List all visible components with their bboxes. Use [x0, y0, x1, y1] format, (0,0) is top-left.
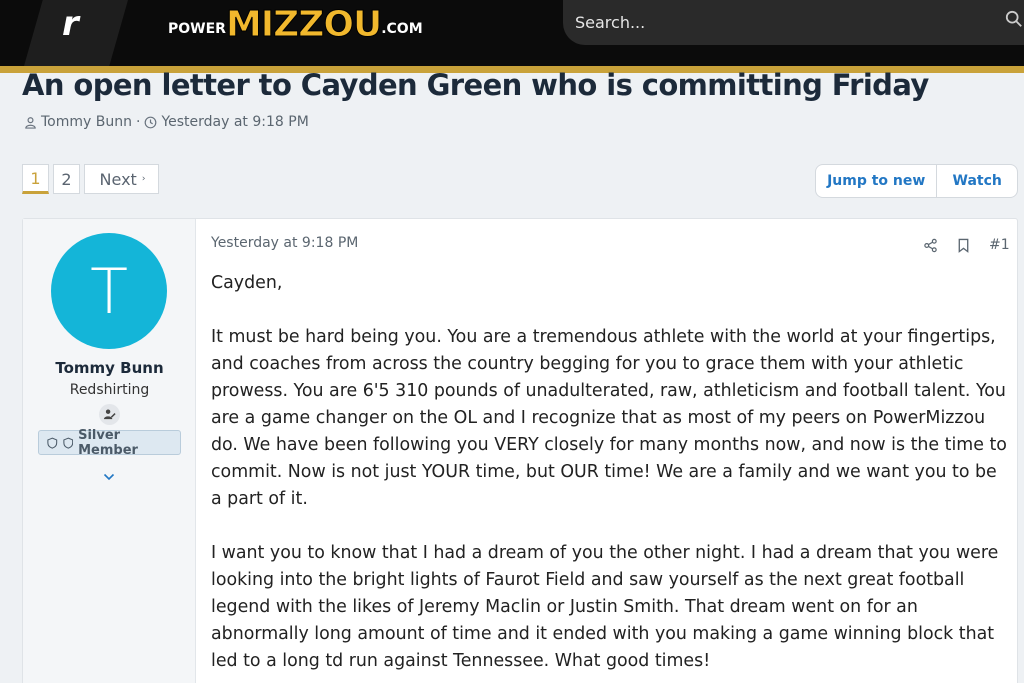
shield-icon: [47, 437, 58, 449]
brand-suffix: .COM: [381, 21, 423, 37]
site-header: r POWER MIZZOU .COM: [0, 0, 1024, 68]
search-icon[interactable]: [1005, 10, 1023, 28]
rivals-logo[interactable]: r: [24, 0, 128, 66]
post-number[interactable]: #1: [989, 237, 1010, 253]
user-edit-icon: [103, 409, 116, 420]
clock-icon: [145, 116, 157, 128]
avatar[interactable]: T: [51, 233, 167, 349]
user-badge[interactable]: [99, 404, 120, 425]
thread-date[interactable]: Yesterday at 9:18 PM: [161, 114, 308, 130]
post-paragraph: It must be hard being you. You are a tre…: [211, 327, 1007, 509]
shield-icon: [62, 437, 73, 449]
post-content: Cayden, It must be hard being you. You a…: [211, 270, 1011, 683]
thread-author[interactable]: Tommy Bunn: [41, 114, 132, 130]
user-banner: Silver Member: [38, 427, 181, 458]
watch-button[interactable]: Watch: [937, 165, 1017, 197]
post-paragraph: I want you to know that I had a dream of…: [211, 543, 999, 671]
page-1-link[interactable]: 1: [22, 164, 49, 194]
next-page-button[interactable]: Next ›: [84, 164, 159, 194]
jump-to-new-button[interactable]: Jump to new: [816, 165, 938, 197]
post-tools: #1: [923, 237, 1010, 253]
post-paragraph: Cayden,: [211, 273, 283, 293]
powermizzou-logo[interactable]: POWER MIZZOU .COM: [168, 3, 423, 43]
next-label: Next: [99, 169, 137, 189]
pagination: 1 2 Next ›: [22, 164, 159, 194]
thread-meta: Tommy Bunn · Yesterday at 9:18 PM: [24, 114, 309, 130]
search-box: [563, 0, 1024, 45]
post-user-cell: T Tommy Bunn Redshirting Silver Member: [23, 219, 196, 683]
post-user-name[interactable]: Tommy Bunn: [23, 359, 196, 377]
meta-separator: ·: [135, 114, 141, 130]
page-2-link[interactable]: 2: [53, 164, 80, 194]
share-icon[interactable]: [923, 238, 938, 253]
brand-prefix: POWER: [168, 21, 226, 37]
user-banner-label: Silver Member: [78, 427, 138, 458]
post-date[interactable]: Yesterday at 9:18 PM: [211, 235, 358, 251]
bookmark-icon[interactable]: [956, 238, 971, 253]
rivals-logo-letter: r: [62, 4, 79, 44]
thread-actions: Jump to new Watch: [815, 164, 1018, 198]
user-icon: [25, 116, 36, 129]
chevron-right-icon: ›: [141, 174, 146, 184]
chevron-down-icon[interactable]: [103, 473, 115, 481]
search-input[interactable]: [575, 8, 995, 36]
brand-main: MIZZOU: [225, 4, 382, 45]
post-user-title: Redshirting: [69, 382, 150, 398]
post-1: T Tommy Bunn Redshirting Silver Member Y…: [22, 218, 1018, 683]
thread-title: An open letter to Cayden Green who is co…: [22, 68, 929, 102]
